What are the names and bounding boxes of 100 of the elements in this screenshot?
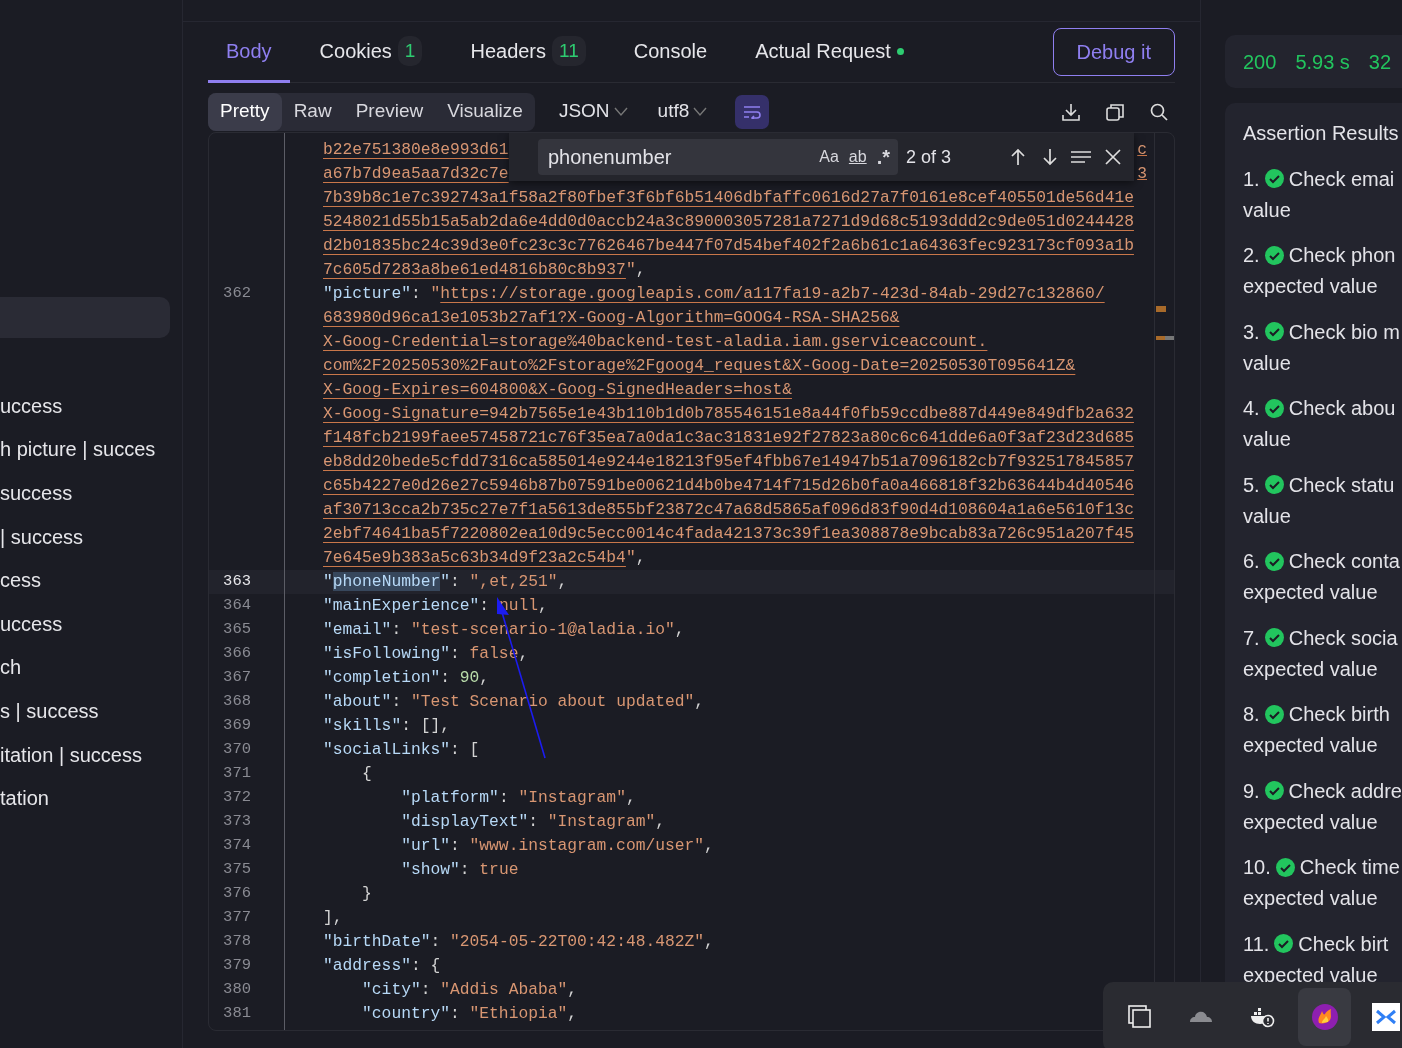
wrap-lines-icon	[743, 104, 762, 119]
code-line: 5248021d55b15a5ab2da6e4dd0d0accb24a3c890003057281a7271d9d68c5193ddd2c9de051d0244428	[323, 211, 1134, 233]
code-line: ],	[323, 907, 343, 929]
code-line: d2b01835bc24c39d3e0fc23c3c77626467be447f07d54bef402f2a6b61c1a64363fec923173cf093a1b	[323, 235, 1134, 257]
assertion-text: Check socia	[1288, 625, 1398, 651]
assertion-text: Check time	[1299, 855, 1400, 880]
tab[interactable]: Actual Request	[737, 22, 922, 83]
assertion-index: 11.	[1243, 931, 1270, 957]
close-icon[interactable]	[1103, 147, 1124, 167]
line-number: 381	[222, 1003, 252, 1025]
line-number: 372	[222, 787, 252, 809]
status-text: 200	[1243, 49, 1277, 75]
code-line: }	[361, 883, 372, 905]
code-fragment: 3	[1137, 163, 1147, 185]
word-wrap-button[interactable]	[735, 94, 770, 129]
format-dropdown[interactable]: JSON	[552, 96, 634, 127]
line-number: 378	[222, 931, 252, 953]
assertion-text: Check conta	[1288, 549, 1400, 574]
sidebar-item[interactable]: ch	[0, 645, 182, 690]
line-number: 375	[222, 859, 252, 881]
code-fragment: c	[1137, 139, 1147, 161]
windows-icon[interactable]	[1125, 1003, 1154, 1031]
code-line: "displayText": "Instagram",	[400, 811, 665, 833]
code-line: a67b7d9ea5aa7d32c7e	[323, 163, 509, 185]
scroll-marker	[1156, 336, 1174, 340]
tab[interactable]: Headers 11	[452, 22, 604, 83]
sidebar-item[interactable]: h picture | succes	[0, 427, 182, 472]
assertion-text: expected value	[1243, 733, 1378, 758]
code-line: 7b39b8c1e7c392743a1f58a2f80fbef3f6bf6b51406dbfaffc0616d27a7f0161e8cef405501de56d41e	[323, 187, 1134, 209]
code-line: b22e751380e8e993d61	[323, 139, 509, 161]
code-line: "show": true	[400, 859, 519, 881]
sidebar-item[interactable]: cess	[0, 558, 182, 602]
tab[interactable]: Cookies 1	[301, 22, 441, 83]
assertion-text: expected value	[1243, 886, 1378, 911]
match-case-toggle[interactable]: Aa	[817, 145, 841, 169]
regex-toggle[interactable]: .*	[874, 142, 892, 172]
sidebar-item[interactable]: success	[0, 471, 182, 515]
line-number: 368	[222, 691, 252, 713]
line-number: 369	[222, 715, 252, 737]
assertion-text: expected value	[1243, 809, 1378, 835]
code-line: 2ebf74641ba5f7220802ea10d9c5ecc0014c4fada421373c39f1ea308878e9bcab83a726c951a207f45	[323, 523, 1134, 545]
sidebar-item[interactable]: | success	[0, 514, 182, 559]
view-tab[interactable]: Visualize	[435, 92, 535, 131]
code-line: "skills": [],	[323, 715, 451, 737]
tab[interactable]: Console	[615, 22, 726, 83]
assertion-text: expected value	[1243, 580, 1378, 605]
search-icon[interactable]	[1149, 101, 1169, 122]
code-line: 7c605d7283a8be61ed4816b80c8b937",	[323, 259, 646, 281]
assertion-text: Check birth	[1288, 702, 1390, 727]
status-text: 32	[1368, 49, 1392, 75]
view-tab[interactable]: Preview	[343, 92, 436, 131]
line-number: 370	[222, 739, 252, 761]
flame-icon[interactable]	[1310, 1003, 1339, 1031]
line-number: 366	[222, 643, 252, 665]
code-line: "picture": "https://storage.googleapis.com/a117fa19-a2b7-423d-84ab-29d27c132860/	[323, 283, 1105, 305]
assertion-text: Check statu	[1288, 472, 1395, 498]
line-number: 377	[222, 907, 252, 929]
code-line: X-Goog-Credential=storage%40backend-test-aladia.iam.gserviceaccount.	[323, 331, 988, 353]
find-field[interactable]: phonenumber Aa ab .*	[538, 139, 898, 175]
debug-button[interactable]: Debug it	[1052, 28, 1175, 76]
assertion-text: Check phon	[1288, 243, 1396, 268]
code-line: "phoneNumber": ",et,251",	[323, 571, 568, 593]
code-line: {	[361, 763, 372, 785]
assertion-text: value	[1243, 427, 1291, 452]
assertion-index: 6.	[1243, 549, 1260, 574]
assertion-text: expected value	[1243, 656, 1378, 682]
line-number: 365	[222, 619, 252, 641]
code-line: "url": "www.instagram.com/user",	[400, 835, 714, 857]
whole-word-toggle[interactable]: ab	[846, 145, 869, 169]
code-line: eb8dd20bede5cfdd7316ca585014e9244e18213f95ef4fbb67e14947b51a7096182cb7f932517845857	[323, 451, 1134, 473]
code-line: "completion": 90,	[323, 667, 490, 689]
assertion-text: Check addre	[1288, 778, 1402, 804]
line-number: 363	[222, 571, 252, 593]
code-line: f148fcb2199faee57458721c76f35ea7a0da1c3ac31831e92f27823a80c6c641dde6a0f3af23d23d685	[323, 427, 1134, 449]
line-number: 373	[222, 811, 252, 833]
app-icon[interactable]	[1372, 1003, 1401, 1031]
tab[interactable]: Body	[208, 22, 290, 83]
line-number: 379	[222, 955, 252, 977]
sidebar-item[interactable]: s | success	[0, 689, 182, 733]
sidebar-item[interactable]: itation | success	[0, 732, 182, 777]
sidebar-item[interactable]: tation	[0, 776, 182, 820]
sidebar-item[interactable]: uccess	[0, 601, 182, 646]
view-tab[interactable]: Pretty	[208, 92, 282, 131]
line-number: 364	[222, 595, 252, 617]
assertion-text: Check emai	[1288, 166, 1395, 192]
assertion-text: Check abou	[1288, 396, 1396, 421]
sidebar-item[interactable]: uccess	[0, 384, 182, 428]
view-tab[interactable]: Raw	[281, 92, 344, 131]
code-line: c65b4227e0d26e27c5946b87b07591be00621d4b0be4714f715d26b0fa0a466818f32b63644b4d40546	[323, 475, 1134, 497]
download-icon[interactable]	[1061, 101, 1081, 122]
chevron-down-icon	[693, 106, 708, 117]
code-line: 683980d96ca13e1053b27af1?X-Goog-Algorithm=GOOG4-RSA-SHA256&	[323, 307, 900, 329]
count-badge: 11	[552, 35, 586, 67]
copy-icon[interactable]	[1105, 101, 1125, 122]
assertion-text: Check birt	[1298, 931, 1389, 957]
assertion-text: value	[1243, 350, 1291, 376]
encoding-dropdown[interactable]: utf8	[651, 96, 714, 127]
assertion-index: 7.	[1243, 625, 1260, 651]
line-number: 371	[222, 763, 252, 785]
count-badge: 1	[397, 35, 423, 67]
